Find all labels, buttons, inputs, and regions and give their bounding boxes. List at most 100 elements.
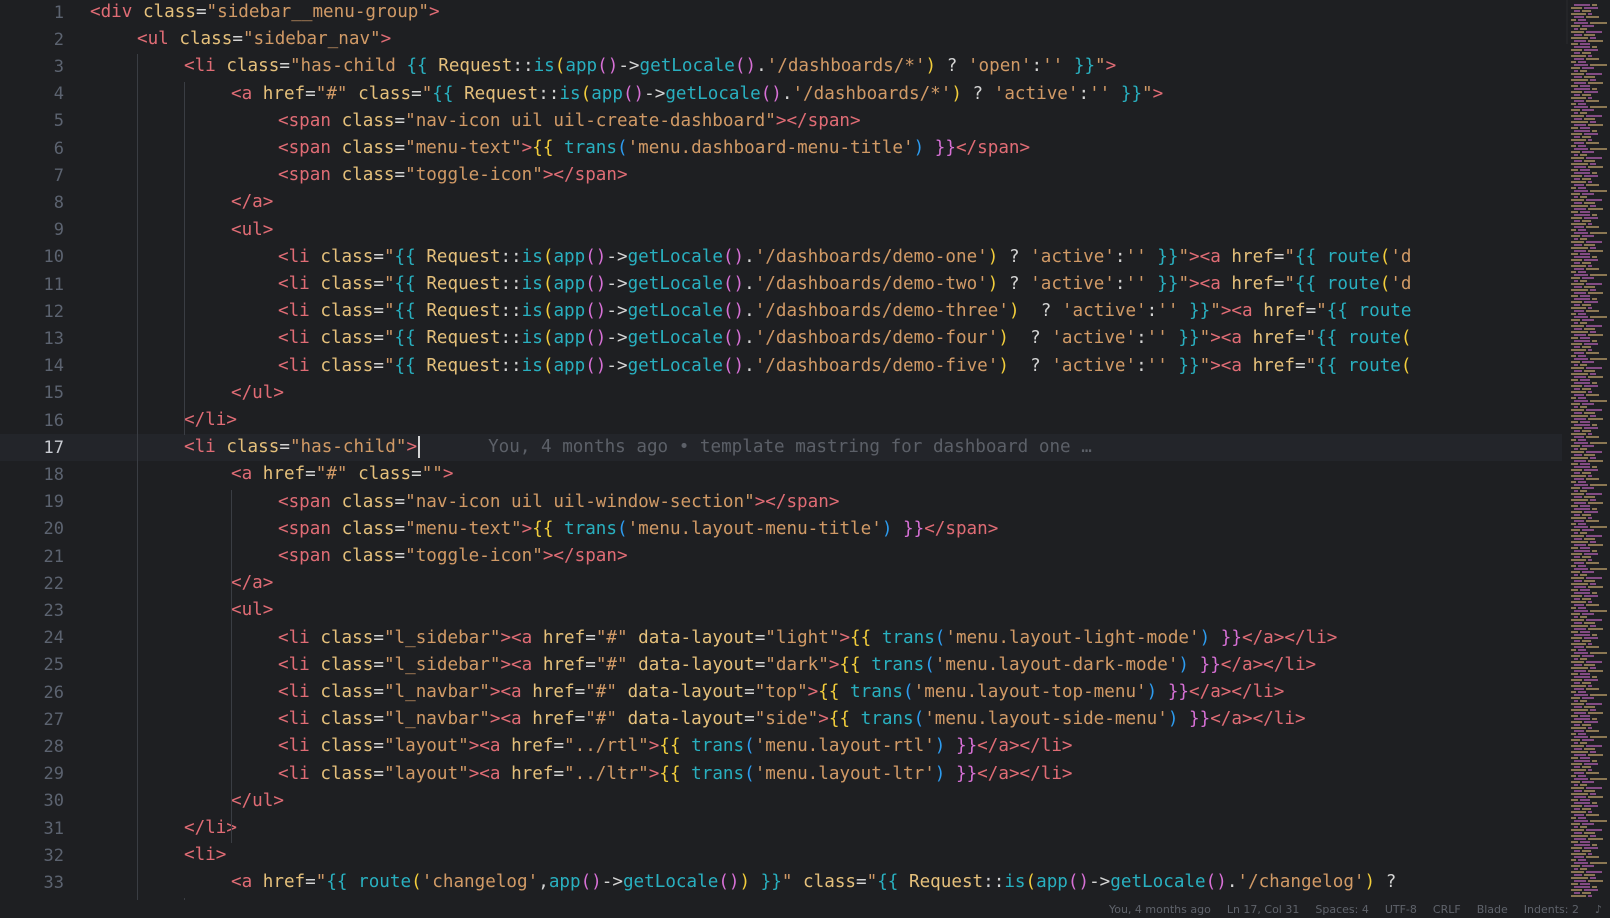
code-line[interactable]: 9 <ul> — [0, 217, 1562, 244]
code-line[interactable]: 21 <span class="toggle-icon"></span> — [0, 543, 1562, 570]
code-text[interactable]: <li class="{{ Request::is(app()->getLoca… — [90, 325, 1562, 352]
code-line[interactable]: 24 <li class="l_sidebar"><a href="#" data… — [0, 625, 1562, 652]
line-number[interactable]: 20 — [0, 519, 64, 539]
line-number[interactable]: 2 — [0, 30, 64, 50]
code-line[interactable]: 14 <li class="{{ Request::is(app()->getLo… — [0, 353, 1562, 380]
code-text[interactable]: <li class="layout"><a href="../rtl">{{ t… — [90, 733, 1562, 760]
code-line[interactable]: 10 <li class="{{ Request::is(app()->getLo… — [0, 244, 1562, 271]
code-line[interactable]: 5 <span class="nav-icon uil uil-create-da… — [0, 108, 1562, 135]
line-number[interactable]: 16 — [0, 411, 64, 431]
line-number[interactable]: 33 — [0, 873, 64, 893]
code-text[interactable]: </li> — [90, 407, 1562, 434]
code-text[interactable]: <ul class="sidebar_nav"> — [90, 26, 1562, 53]
minimap[interactable] — [1568, 0, 1610, 900]
line-number[interactable]: 9 — [0, 220, 64, 240]
code-line[interactable]: 15 </ul> — [0, 380, 1562, 407]
code-text[interactable]: </ul> — [90, 380, 1562, 407]
code-text[interactable]: </ul> — [90, 788, 1562, 815]
line-number[interactable]: 5 — [0, 111, 64, 131]
status-cursor-position[interactable]: Ln 17, Col 31 — [1227, 903, 1300, 916]
code-text[interactable]: <span class="nav-icon uil uil-window-sec… — [90, 489, 1562, 516]
code-text[interactable]: <li class="l_sidebar"><a href="#" data-l… — [90, 625, 1562, 652]
inline-blame-annotation[interactable]: You, 4 months ago • template mastring fo… — [488, 437, 1092, 457]
code-text[interactable]: <span class="toggle-icon"></span> — [90, 543, 1562, 570]
line-number[interactable]: 18 — [0, 465, 64, 485]
code-line[interactable]: 30 </ul> — [0, 788, 1562, 815]
code-line[interactable]: 1 <div class="sidebar__menu-group"> — [0, 0, 1562, 26]
code-line[interactable]: 29 <li class="layout"><a href="../ltr">{{… — [0, 761, 1562, 788]
code-text[interactable]: <span class="toggle-icon"></span> — [90, 162, 1562, 189]
code-line[interactable]: 4 <a href="#" class="{{ Request::is(app()… — [0, 81, 1562, 108]
code-text[interactable]: <a href="#" class="{{ Request::is(app()-… — [90, 81, 1562, 108]
line-number[interactable]: 3 — [0, 57, 64, 77]
code-text[interactable]: <li class="has-child {{ Request::is(app(… — [90, 53, 1562, 80]
code-text[interactable]: <ul> — [90, 217, 1562, 244]
line-number[interactable]: 8 — [0, 193, 64, 213]
code-line[interactable]: 17 <li class="has-child"> You, 4 months ag… — [0, 434, 1562, 462]
code-text[interactable]: <ul> — [90, 597, 1562, 624]
line-number[interactable]: 22 — [0, 574, 64, 594]
code-line[interactable]: 27 <li class="l_navbar"><a href="#" data-… — [0, 706, 1562, 733]
line-number[interactable]: 15 — [0, 383, 64, 403]
line-number[interactable]: 12 — [0, 302, 64, 322]
code-text[interactable]: </li> — [90, 815, 1562, 842]
code-line[interactable]: 16 </li> — [0, 407, 1562, 434]
code-line[interactable]: 18 <a href="#" class=""> — [0, 461, 1562, 488]
status-encoding[interactable]: UTF-8 — [1385, 903, 1417, 916]
status-blame[interactable]: You, 4 months ago — [1109, 903, 1211, 916]
line-number[interactable]: 6 — [0, 139, 64, 159]
code-line[interactable]: 22 </a> — [0, 570, 1562, 597]
line-number[interactable]: 17 — [0, 438, 64, 458]
code-line[interactable]: 7 <span class="toggle-icon"></span> — [0, 162, 1562, 189]
code-line[interactable]: 3 <li class="has-child {{ Request::is(app… — [0, 53, 1562, 80]
line-number[interactable]: 28 — [0, 737, 64, 757]
code-text[interactable]: <li class="layout"><a href="../ltr">{{ t… — [90, 761, 1562, 788]
code-editor[interactable]: 1 <div class="sidebar__menu-group"> 2 <ul c… — [0, 0, 1562, 900]
code-text[interactable]: <li class="l_navbar"><a href="#" data-la… — [90, 706, 1562, 733]
code-text[interactable]: <a href="#" class=""> — [90, 461, 1562, 488]
line-number[interactable]: 26 — [0, 683, 64, 703]
line-number[interactable]: 25 — [0, 655, 64, 675]
code-text[interactable]: <div class="sidebar__menu-group"> — [90, 0, 1562, 26]
code-text[interactable]: </a> — [90, 189, 1562, 216]
code-line[interactable]: 32 <li> — [0, 842, 1562, 869]
code-text[interactable]: <li class="{{ Request::is(app()->getLoca… — [90, 353, 1562, 380]
code-line[interactable]: 23 <ul> — [0, 597, 1562, 624]
line-number[interactable]: 32 — [0, 846, 64, 866]
code-text[interactable]: </a> — [90, 570, 1562, 597]
line-number[interactable]: 24 — [0, 628, 64, 648]
code-line[interactable]: 6 <span class="menu-text">{{ trans('menu.… — [0, 135, 1562, 162]
code-text[interactable]: <a href="{{ route('changelog',app()->get… — [90, 869, 1562, 896]
status-language[interactable]: Blade — [1477, 903, 1508, 916]
line-number[interactable]: 31 — [0, 819, 64, 839]
bell-icon[interactable]: ♪ — [1595, 903, 1602, 916]
line-number[interactable]: 19 — [0, 492, 64, 512]
line-number[interactable]: 11 — [0, 275, 64, 295]
line-number[interactable]: 4 — [0, 84, 64, 104]
code-text[interactable]: <li class="has-child"> You, 4 months ago … — [90, 434, 1562, 461]
line-number[interactable]: 30 — [0, 791, 64, 811]
code-text[interactable]: <span class="menu-text">{{ trans('menu.l… — [90, 516, 1562, 543]
line-number[interactable]: 7 — [0, 166, 64, 186]
status-eol[interactable]: CRLF — [1433, 903, 1461, 916]
code-line[interactable]: 12 <li class="{{ Request::is(app()->getLo… — [0, 298, 1562, 325]
code-text[interactable]: <span class="menu-text">{{ trans('menu.d… — [90, 135, 1562, 162]
code-text[interactable]: <li class="l_sidebar"><a href="#" data-l… — [90, 652, 1562, 679]
code-line[interactable]: 13 <li class="{{ Request::is(app()->getLo… — [0, 325, 1562, 352]
status-indentation[interactable]: Spaces: 4 — [1315, 903, 1368, 916]
line-number[interactable]: 23 — [0, 601, 64, 621]
code-text[interactable]: <li> — [90, 842, 1562, 869]
line-number[interactable]: 27 — [0, 710, 64, 730]
line-number[interactable]: 29 — [0, 764, 64, 784]
code-line[interactable]: 25 <li class="l_sidebar"><a href="#" data… — [0, 652, 1562, 679]
line-number[interactable]: 14 — [0, 356, 64, 376]
code-line[interactable]: 20 <span class="menu-text">{{ trans('menu… — [0, 516, 1562, 543]
status-indents[interactable]: Indents: 2 — [1524, 903, 1579, 916]
code-line[interactable]: 8 </a> — [0, 189, 1562, 216]
code-line[interactable]: 28 <li class="layout"><a href="../rtl">{{… — [0, 733, 1562, 760]
line-number[interactable]: 10 — [0, 247, 64, 267]
line-number[interactable]: 1 — [0, 3, 64, 23]
line-number[interactable]: 13 — [0, 329, 64, 349]
code-text[interactable]: <span class="nav-icon uil uil-create-das… — [90, 108, 1562, 135]
code-line[interactable]: 19 <span class="nav-icon uil uil-window-s… — [0, 489, 1562, 516]
